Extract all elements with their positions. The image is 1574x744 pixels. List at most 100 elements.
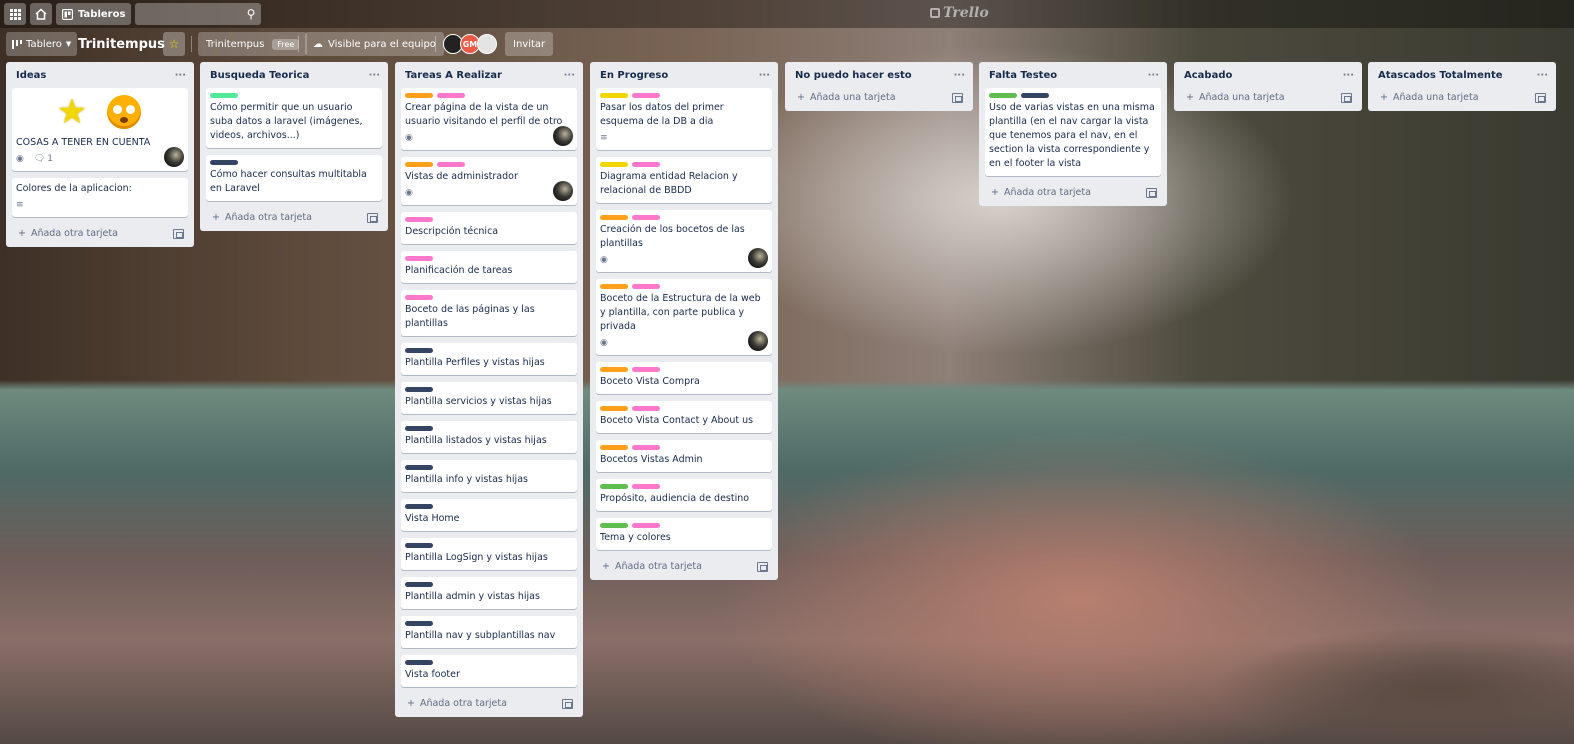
card-template-icon[interactable] (1341, 92, 1352, 103)
list-menu-icon[interactable]: ··· (564, 70, 575, 81)
label-pink[interactable] (632, 484, 660, 489)
list-card[interactable]: Colores de la aplicacion: ≡ (12, 178, 188, 217)
list-card[interactable]: Boceto de la Estructura de la web y plan… (596, 279, 772, 355)
label-pink[interactable] (632, 445, 660, 450)
card-template-icon[interactable] (1535, 92, 1546, 103)
member-avatar[interactable] (164, 147, 184, 167)
list-title[interactable]: No puedo hacer esto (795, 70, 912, 81)
label-mint[interactable] (210, 93, 238, 98)
list-card[interactable]: Bocetos Vistas Admin (596, 440, 772, 472)
member-avatar[interactable] (748, 248, 768, 268)
label-navy[interactable] (405, 465, 433, 470)
apps-grid-button[interactable] (4, 3, 26, 25)
list-title[interactable]: Busqueda Teorica (210, 70, 309, 81)
label-yellow[interactable] (600, 93, 628, 98)
label-orange[interactable] (600, 406, 628, 411)
label-orange[interactable] (405, 162, 433, 167)
list-card[interactable]: Plantilla admin y vistas hijas (401, 577, 577, 609)
list-card[interactable]: Plantilla servicios y vistas hijas (401, 382, 577, 414)
list-card[interactable]: Plantilla info y vistas hijas (401, 460, 577, 492)
boards-button[interactable]: Tableros (56, 3, 132, 25)
list-menu-icon[interactable]: ··· (369, 70, 380, 81)
label-pink[interactable] (632, 406, 660, 411)
search-input[interactable]: ⚲ (135, 3, 262, 25)
list-card[interactable]: Plantilla nav y subplantillas nav (401, 616, 577, 648)
list-card[interactable]: Uso de varias vistas en una misma planti… (985, 88, 1161, 176)
list-card[interactable]: Descripción técnica (401, 212, 577, 244)
list-title[interactable]: Falta Testeo (989, 70, 1057, 81)
label-pink[interactable] (405, 256, 433, 261)
add-card-button[interactable]: + Añada una tarjeta (791, 88, 967, 105)
card-template-icon[interactable] (1146, 187, 1157, 198)
invite-button[interactable]: Invitar (505, 32, 554, 56)
list-menu-icon[interactable]: ··· (1537, 70, 1548, 81)
label-orange[interactable] (600, 215, 628, 220)
label-navy[interactable] (210, 160, 238, 165)
list-menu-icon[interactable]: ··· (175, 70, 186, 81)
list-card[interactable]: Planificación de tareas (401, 251, 577, 283)
label-green[interactable] (600, 523, 628, 528)
label-navy[interactable] (405, 543, 433, 548)
label-orange[interactable] (600, 284, 628, 289)
label-pink[interactable] (632, 523, 660, 528)
label-orange[interactable] (405, 93, 433, 98)
add-card-button[interactable]: + Añada otra tarjeta (985, 183, 1161, 200)
list-card[interactable]: ★ COSAS A TENER EN CUENTA ◉ 🗨 1 (12, 88, 188, 171)
label-orange[interactable] (600, 445, 628, 450)
member-avatar[interactable] (477, 34, 497, 54)
list-card[interactable]: Vistas de administrador ◉ (401, 157, 577, 205)
list-card[interactable]: Vista footer (401, 655, 577, 687)
list-menu-icon[interactable]: ··· (1148, 70, 1159, 81)
label-pink[interactable] (405, 295, 433, 300)
list-title[interactable]: Atascados Totalmente (1378, 70, 1503, 81)
list-card[interactable]: Cómo hacer consultas multitabla en Larav… (206, 155, 382, 201)
label-navy[interactable] (405, 582, 433, 587)
add-card-button[interactable]: + Añada una tarjeta (1180, 88, 1356, 105)
label-pink[interactable] (632, 284, 660, 289)
add-card-button[interactable]: + Añada otra tarjeta (12, 224, 188, 241)
list-card[interactable]: Plantilla LogSign y vistas hijas (401, 538, 577, 570)
label-pink[interactable] (405, 217, 433, 222)
list-card[interactable]: Diagrama entidad Relacion y relacional d… (596, 157, 772, 203)
list-menu-icon[interactable]: ··· (954, 70, 965, 81)
list-card[interactable]: Cómo permitir que un usuario suba datos … (206, 88, 382, 148)
member-avatar[interactable] (553, 126, 573, 146)
add-card-button[interactable]: + Añada otra tarjeta (401, 694, 577, 711)
list-title[interactable]: Tareas A Realizar (405, 70, 502, 81)
list-title[interactable]: En Progreso (600, 70, 668, 81)
list-card[interactable]: Tema y colores (596, 518, 772, 550)
label-pink[interactable] (632, 367, 660, 372)
label-navy[interactable] (405, 621, 433, 626)
team-button[interactable]: Trinitempus Free (198, 32, 308, 56)
card-template-icon[interactable] (562, 698, 573, 709)
label-pink[interactable] (632, 162, 660, 167)
visibility-button[interactable]: ☁ Visible para el equipo (305, 32, 444, 56)
home-button[interactable] (30, 3, 52, 25)
card-template-icon[interactable] (367, 212, 378, 223)
label-green[interactable] (600, 484, 628, 489)
list-title[interactable]: Ideas (16, 70, 46, 81)
board-view-switcher[interactable]: Tablero ▼ (6, 32, 78, 56)
label-pink[interactable] (437, 162, 465, 167)
label-yellow[interactable] (600, 162, 628, 167)
card-template-icon[interactable] (757, 561, 768, 572)
label-pink[interactable] (437, 93, 465, 98)
list-menu-icon[interactable]: ··· (1343, 70, 1354, 81)
add-card-button[interactable]: + Añada una tarjeta (1374, 88, 1550, 105)
label-navy[interactable] (405, 387, 433, 392)
member-avatar[interactable] (553, 181, 573, 201)
label-navy[interactable] (405, 660, 433, 665)
list-card[interactable]: Boceto Vista Compra (596, 362, 772, 394)
label-navy[interactable] (1021, 93, 1049, 98)
board-title[interactable]: Trinitempus (78, 32, 165, 56)
label-pink[interactable] (632, 93, 660, 98)
list-card[interactable]: Pasar los datos del primer esquema de la… (596, 88, 772, 150)
label-green[interactable] (989, 93, 1017, 98)
list-card[interactable]: Boceto de las páginas y las plantillas (401, 290, 577, 336)
list-card[interactable]: Plantilla Perfiles y vistas hijas (401, 343, 577, 375)
list-card[interactable]: Crear página de la vista de un usuario v… (401, 88, 577, 150)
label-pink[interactable] (632, 215, 660, 220)
trello-logo[interactable]: Trello (930, 5, 989, 21)
list-card[interactable]: Vista Home (401, 499, 577, 531)
card-template-icon[interactable] (173, 228, 184, 239)
